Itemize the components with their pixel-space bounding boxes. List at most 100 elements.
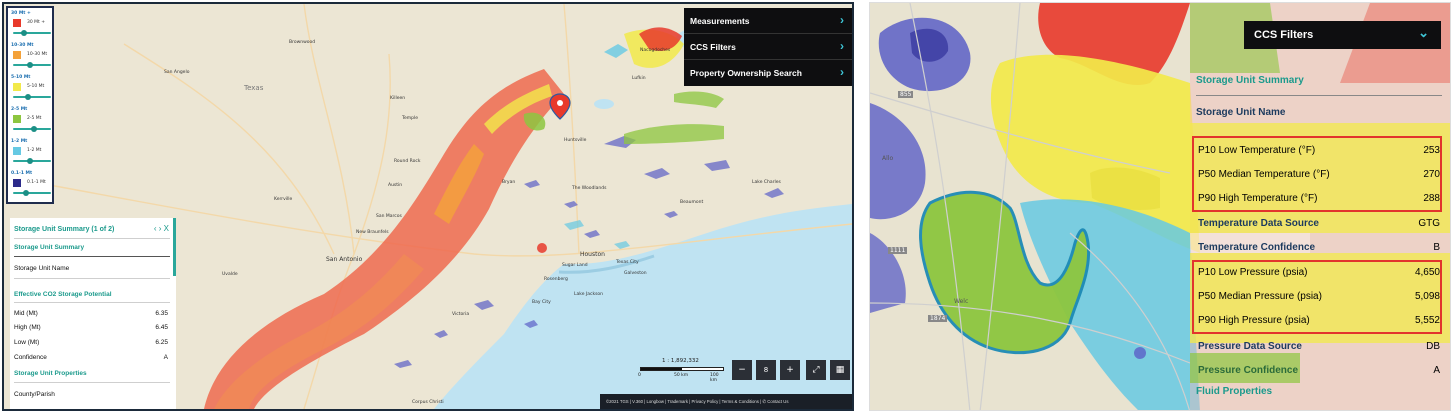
- divider: [14, 382, 170, 383]
- place-label: Houston: [580, 251, 605, 258]
- map-place-label: Allo: [882, 155, 894, 162]
- legend-panel: 30 Mt + 30 Mt + 10-30 Mt 10-30 Mt 5-10 M…: [6, 6, 54, 204]
- legend-slider[interactable]: [13, 190, 51, 196]
- legend-swatch: [13, 115, 21, 123]
- legend-value: 5-10 Mt: [27, 84, 45, 89]
- place-label: Austin: [388, 183, 403, 188]
- row-label: Temperature Data Source: [1198, 218, 1319, 229]
- scale-bar: 1 : 1,892,332 0 50 km 100 km: [636, 356, 726, 388]
- legend-range: 1-2 Mt: [11, 139, 28, 144]
- pressure-row: P50 Median Pressure (psia) 5,098: [1196, 285, 1444, 309]
- map-footer[interactable]: ©2021 TGS | V.360 | Longbow | Trademark …: [600, 394, 852, 409]
- place-label: Lake Jackson: [574, 292, 604, 297]
- row-value: 6.45: [155, 324, 168, 331]
- legend-slider[interactable]: [13, 94, 51, 100]
- legend-value: 30 Mt +: [27, 20, 46, 25]
- temperature-row: P50 Median Temperature (°F) 270: [1196, 163, 1444, 187]
- row-value: 5,552: [1414, 315, 1440, 326]
- menu-item-ccs-filters[interactable]: CCS Filters ›: [684, 34, 852, 60]
- place-label: Rosenberg: [544, 277, 568, 282]
- section-heading: Effective CO2 Storage Potential: [14, 291, 112, 298]
- row-label: High (Mt): [14, 324, 41, 331]
- state-label: Texas: [244, 84, 264, 92]
- ccs-filters-dropdown[interactable]: CCS Filters ⌄: [1244, 21, 1441, 49]
- legend-value: 0.1-1 Mt: [27, 180, 46, 185]
- map-place-label: Welc: [954, 298, 969, 305]
- place-label: Uvalde: [222, 272, 238, 277]
- row-label: P50 Median Pressure (psia): [1198, 291, 1322, 302]
- place-label: San Angelo: [164, 70, 190, 75]
- chevron-right-icon: ›: [840, 65, 844, 79]
- place-label: San Marcos: [376, 214, 402, 219]
- place-label: Killeen: [390, 96, 406, 101]
- row-value: 6.35: [155, 310, 168, 317]
- place-label: Victoria: [452, 312, 470, 317]
- storage-summary-popup: Storage Unit Summary (1 of 2) ‹ › X Stor…: [10, 218, 176, 409]
- menu-label: CCS Filters: [690, 42, 736, 52]
- qr-code-icon[interactable]: ▦: [830, 360, 850, 380]
- legend-range: 30 Mt +: [11, 11, 31, 16]
- temperature-source-row: Temperature Data Source GTG: [1196, 212, 1444, 236]
- road-shield: 1111: [888, 247, 908, 254]
- zoom-out-button[interactable]: −: [732, 360, 752, 380]
- place-label: New Braunfels: [356, 230, 389, 235]
- row-value: 5,098: [1414, 291, 1440, 302]
- legend-value: 1-2 Mt: [27, 148, 42, 153]
- legend-slider[interactable]: [13, 62, 51, 68]
- zoom-in-button[interactable]: +: [780, 360, 800, 380]
- pressure-source-row: Pressure Data Source DB: [1196, 335, 1444, 359]
- menu-item-measurements[interactable]: Measurements ›: [684, 8, 852, 34]
- slider-knob[interactable]: [27, 62, 33, 68]
- menu-label: Measurements: [690, 16, 750, 26]
- divider: [14, 238, 170, 239]
- place-label: Bay City: [532, 300, 551, 305]
- legend-range: 2-5 Mt: [11, 107, 28, 112]
- divider: [1196, 95, 1442, 96]
- chevron-right-icon: ›: [840, 39, 844, 53]
- legend-range: 10-30 Mt: [11, 43, 34, 48]
- row-label: Low (Mt): [14, 339, 40, 346]
- slider-knob[interactable]: [21, 30, 27, 36]
- pressure-row: P10 Low Pressure (psia) 4,650: [1196, 261, 1444, 285]
- road-shield: 855: [898, 91, 914, 98]
- fullscreen-icon[interactable]: ⤢: [806, 360, 826, 380]
- row-label: P90 High Pressure (psia): [1198, 315, 1310, 326]
- tools-menu: Measurements › CCS Filters › Property Ow…: [684, 8, 852, 86]
- menu-item-property-ownership-search[interactable]: Property Ownership Search ›: [684, 60, 852, 86]
- place-label: Brownwood: [289, 40, 316, 45]
- row-value: B: [1433, 242, 1440, 253]
- place-label: Beaumont: [680, 200, 704, 205]
- legend-value: 2-5 Mt: [27, 116, 42, 121]
- section-heading: Fluid Properties: [1196, 386, 1273, 397]
- slider-knob[interactable]: [27, 158, 33, 164]
- popup-nav-buttons[interactable]: ‹ › X: [154, 224, 169, 233]
- row-label: Pressure Confidence: [1198, 365, 1299, 376]
- scale-graphic: [640, 367, 724, 371]
- place-label: Lufkin: [632, 76, 646, 81]
- row-label: Confidence: [14, 354, 47, 361]
- scrollbar[interactable]: [173, 218, 176, 276]
- scale-tick: 50 km: [674, 373, 689, 378]
- place-label: Sugar Land: [562, 263, 588, 268]
- divider: [14, 302, 170, 303]
- slider-knob[interactable]: [23, 190, 29, 196]
- divider: [14, 278, 170, 279]
- temperature-row: P10 Low Temperature (°F) 253: [1196, 139, 1444, 163]
- scale-tick: 0: [638, 373, 641, 378]
- legend-slider[interactable]: [13, 158, 51, 164]
- row-value: 288: [1423, 193, 1440, 204]
- scale-tick: 100 km: [710, 373, 719, 383]
- legend-slider[interactable]: [13, 126, 51, 132]
- slider-knob[interactable]: [25, 94, 31, 100]
- place-label: Nacogdoches: [640, 48, 671, 53]
- chevron-down-icon: ⌄: [1418, 25, 1429, 40]
- row-label: P10 Low Pressure (psia): [1198, 267, 1308, 278]
- menu-label: Property Ownership Search: [690, 68, 802, 78]
- popup-title: Storage Unit Summary (1 of 2): [14, 226, 115, 233]
- summary-title: Storage Unit Summary: [1196, 75, 1304, 86]
- slider-knob[interactable]: [31, 126, 37, 132]
- row-value: GTG: [1418, 218, 1440, 229]
- legend-slider[interactable]: [13, 30, 51, 36]
- legend-row: 5-10 Mt 5-10 Mt: [11, 75, 53, 103]
- place-label: Round Rock: [394, 159, 421, 164]
